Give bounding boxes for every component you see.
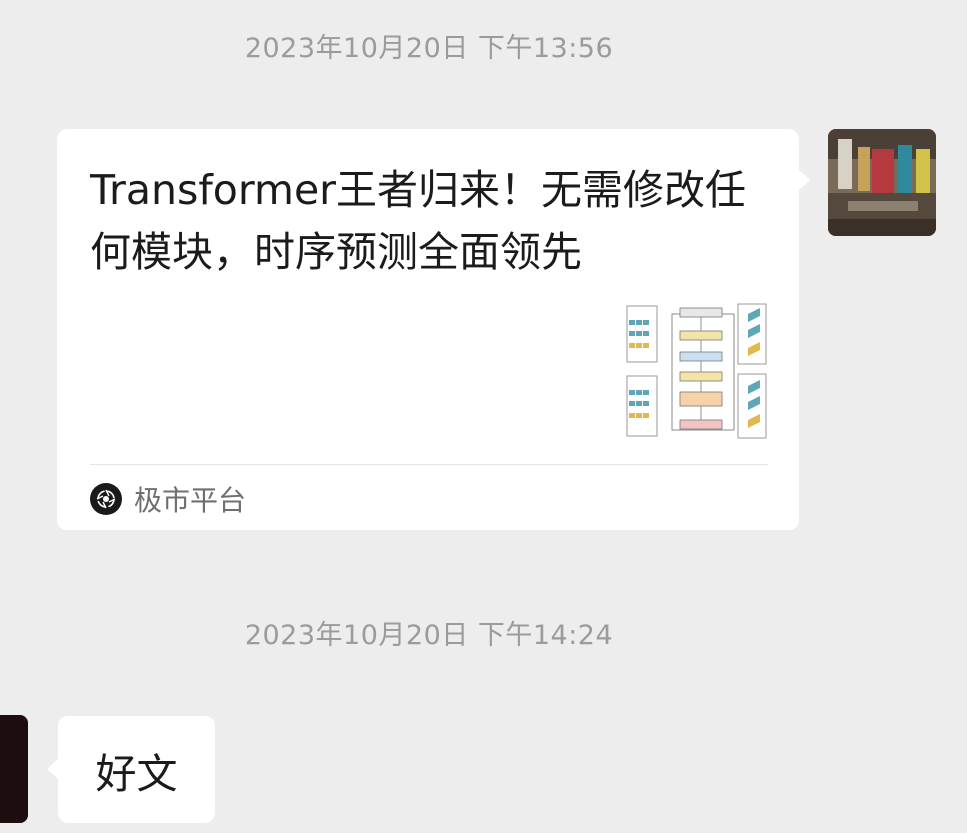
source-name: 极市平台 [134,484,247,517]
bubble-tail [798,169,810,191]
message-text: 好文 [95,749,178,798]
article-card-message[interactable]: Transformer王者归来！无需修改任何模块，时序预测全面领先 极市平台 [57,129,810,530]
jishi-platform-logo-icon [90,483,122,515]
article-title[interactable]: Transformer王者归来！无需修改任何模块，时序预测全面领先 [90,159,780,283]
message-timestamp: 2023年10月20日 下午14:24 [244,620,614,651]
contact-avatar[interactable] [0,715,28,823]
card-divider [90,464,768,465]
article-thumbnail[interactable] [626,300,768,440]
my-avatar[interactable] [828,129,936,236]
text-message-bubble[interactable]: 好文 [47,716,215,823]
message-timestamp: 2023年10月20日 下午13:56 [244,33,614,64]
bubble-tail [47,758,59,780]
article-source[interactable]: 极市平台 [90,479,246,519]
transformer-architecture-diagram-icon [626,300,768,440]
